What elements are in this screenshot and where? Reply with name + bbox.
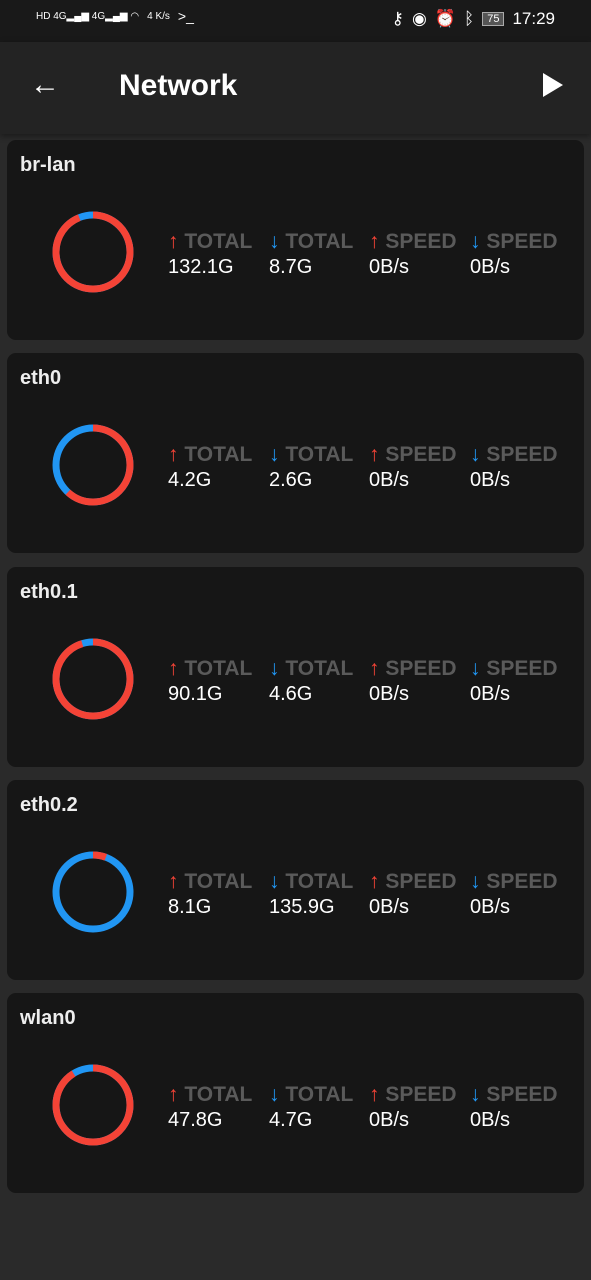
stat-up-total: ↑ TOTAL 4.2G (168, 443, 268, 492)
stat-up-total: ↑ TOTAL 90.1G (168, 657, 268, 706)
interface-name: eth0.1 (20, 580, 78, 603)
stat-value: 4.6G (269, 682, 313, 705)
arrow-up-icon: ↑ (168, 869, 179, 893)
interface-card[interactable]: br-lan ↑ TOTAL 132.1G ↓ TOTAL 8.7G ↑ SPE… (7, 140, 584, 340)
arrow-down-icon: ↓ (269, 1083, 280, 1107)
stat-down-speed: ↓ SPEED 0B/s (470, 870, 570, 919)
arrow-down-icon: ↓ (269, 869, 280, 893)
stat-value: 0B/s (369, 682, 410, 705)
key-icon: ⚷ (391, 9, 404, 28)
eye-icon: ◉ (411, 9, 427, 28)
arrow-down-icon: ↓ (470, 656, 481, 680)
app-bar: ← Network (0, 42, 591, 134)
stat-value: 4.2G (168, 469, 212, 492)
stat-up-total: ↑ TOTAL 47.8G (168, 1083, 268, 1132)
upload-arc (52, 638, 134, 720)
arrow-down-icon: ↓ (470, 230, 481, 253)
battery-icon: 75 (482, 12, 505, 26)
stat-value: 0B/s (369, 469, 410, 492)
interface-card[interactable]: eth0.1 ↑ TOTAL 90.1G ↓ TOTAL 4.6G ↑ SPEE… (7, 566, 584, 767)
interface-name: eth0 (20, 367, 62, 390)
traffic-donut (52, 424, 134, 506)
stat-value: 0B/s (369, 1109, 410, 1132)
stat-value: 47.8G (168, 1109, 223, 1132)
net-speed: 4 K/s (147, 10, 170, 22)
stat-value: 0B/s (470, 1109, 511, 1132)
stat-value: 8.1G (168, 895, 212, 918)
upload-arc (52, 211, 134, 293)
interface-card[interactable]: wlan0 ↑ TOTAL 47.8G ↓ TOTAL 4.7G ↑ SPEED… (7, 993, 584, 1194)
stat-value: 0B/s (369, 895, 410, 918)
stat-down-speed: ↓ SPEED 0B/s (470, 443, 570, 492)
stat-up-total: ↑ TOTAL 132.1G (168, 230, 268, 279)
arrow-down-icon: ↓ (269, 443, 280, 467)
stat-value: 135.9G (269, 895, 335, 918)
stat-up-speed: ↑ SPEED 0B/s (369, 443, 469, 492)
arrow-down-icon: ↓ (269, 230, 280, 253)
stat-down-total: ↓ TOTAL 4.6G (269, 657, 369, 706)
stat-value: 0B/s (470, 256, 511, 278)
stat-value: 4.7G (269, 1109, 313, 1132)
arrow-up-icon: ↑ (168, 443, 179, 467)
stat-value: 0B/s (470, 682, 511, 705)
back-arrow-icon[interactable]: ← (30, 68, 60, 102)
arrow-up-icon: ↑ (168, 230, 179, 253)
download-arc (52, 851, 134, 933)
traffic-donut (52, 851, 134, 933)
upload-arc (52, 1064, 134, 1146)
arrow-up-icon: ↑ (369, 230, 380, 253)
arrow-up-icon: ↑ (369, 443, 380, 467)
stat-value: 2.6G (269, 469, 313, 492)
arrow-down-icon: ↓ (269, 656, 280, 680)
arrow-up-icon: ↑ (369, 1083, 380, 1107)
arrow-up-icon: ↑ (369, 656, 380, 680)
stat-down-total: ↓ TOTAL 8.7G (269, 230, 369, 279)
alarm-icon: ⏰ (434, 9, 456, 28)
stat-down-speed: ↓ SPEED 0B/s (470, 657, 570, 706)
interface-card[interactable]: eth0 ↑ TOTAL 4.2G ↓ TOTAL 2.6G ↑ SPEED 0… (7, 353, 584, 554)
stat-up-total: ↑ TOTAL 8.1G (168, 870, 268, 919)
stat-value: 0B/s (470, 469, 511, 492)
stat-up-speed: ↑ SPEED 0B/s (369, 230, 469, 279)
play-icon[interactable] (543, 73, 563, 97)
arrow-up-icon: ↑ (369, 869, 380, 893)
page-title: Network (119, 69, 238, 102)
stat-down-total: ↓ TOTAL 135.9G (269, 870, 369, 919)
stat-value: 0B/s (369, 256, 410, 278)
traffic-donut (52, 1064, 134, 1146)
stat-value: 90.1G (168, 682, 223, 705)
status-bar: HD 4G▂▄▆ 4G▂▄▆ ◠ 4 K/s >_ ⚷ ◉ ⏰ ᛒ 75 17:29 (0, 0, 591, 42)
interface-name: br-lan (20, 154, 76, 176)
traffic-donut (52, 211, 134, 293)
interface-name: eth0.2 (20, 793, 78, 816)
stat-value: 132.1G (168, 256, 234, 278)
bluetooth-icon: ᛒ (464, 9, 475, 28)
stat-up-speed: ↑ SPEED 0B/s (369, 657, 469, 706)
stat-down-total: ↓ TOTAL 2.6G (269, 443, 369, 492)
signal-icon: HD 4G▂▄▆ 4G▂▄▆ ◠ (36, 10, 140, 22)
arrow-down-icon: ↓ (470, 443, 481, 467)
stat-up-speed: ↑ SPEED 0B/s (369, 1083, 469, 1132)
stat-up-speed: ↑ SPEED 0B/s (369, 870, 469, 919)
stat-down-speed: ↓ SPEED 0B/s (470, 1083, 570, 1132)
arrow-up-icon: ↑ (168, 1083, 179, 1107)
interface-card[interactable]: eth0.2 ↑ TOTAL 8.1G ↓ TOTAL 135.9G ↑ SPE… (7, 779, 584, 980)
interface-name: wlan0 (20, 1007, 76, 1030)
arrow-down-icon: ↓ (470, 869, 481, 893)
arrow-up-icon: ↑ (168, 656, 179, 680)
clock: 17:29 (512, 9, 555, 28)
stat-down-total: ↓ TOTAL 4.7G (269, 1083, 369, 1132)
stat-down-speed: ↓ SPEED 0B/s (470, 230, 570, 279)
arrow-down-icon: ↓ (470, 1083, 481, 1107)
stat-value: 8.7G (269, 256, 313, 278)
stat-value: 0B/s (470, 895, 511, 918)
traffic-donut (52, 638, 134, 720)
terminal-icon: >_ (177, 8, 194, 24)
